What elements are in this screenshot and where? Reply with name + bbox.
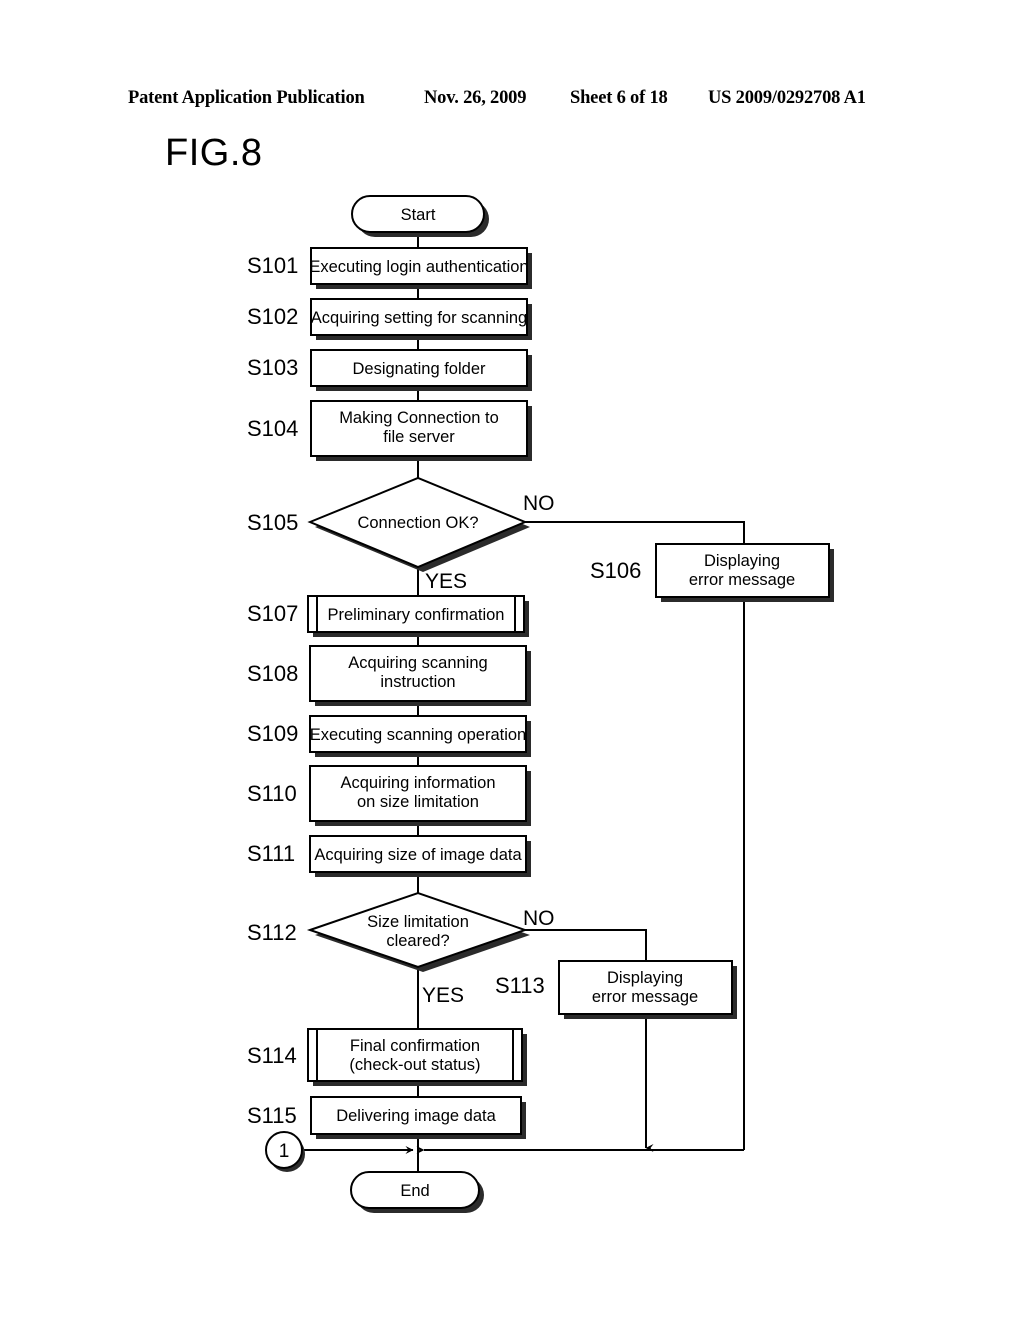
branch-label-s112-no: NO <box>523 907 555 930</box>
step-label-s102: S102 <box>247 304 298 329</box>
step-label-s112: S112 <box>247 920 297 945</box>
step-label-s110: S110 <box>247 781 297 806</box>
process-box-s110: Acquiring information on size limitation <box>309 765 531 826</box>
process-box-s109-text: Executing scanning operation <box>310 726 526 744</box>
process-box-s102: Acquiring setting for scanning <box>310 298 532 340</box>
branch-label-s112-yes: YES <box>422 984 464 1007</box>
process-box-s103-text: Designating folder <box>353 360 487 378</box>
predefined-process-box-s114-text-line1: Final confirmation <box>350 1037 480 1055</box>
predefined-process-box-s107: Preliminary confirmation <box>307 595 529 637</box>
step-label-s101: S101 <box>247 253 298 278</box>
process-box-s110-text-line2: on size limitation <box>357 793 479 811</box>
process-box-s113-text-line1: Displaying <box>607 969 683 987</box>
step-label-s111: S111 <box>247 841 295 866</box>
branch-label-s105-no: NO <box>523 492 555 515</box>
predefined-process-box-s114: Final confirmation (check-out status) <box>307 1028 527 1086</box>
process-box-s115-text: Delivering image data <box>336 1107 496 1125</box>
process-box-s108: Acquiring scanning instruction <box>309 645 531 706</box>
predefined-process-box-s107-text: Preliminary confirmation <box>328 606 505 624</box>
terminator-start: Start <box>351 195 489 237</box>
process-box-s101-text: Executing login authentication <box>309 258 528 276</box>
step-label-s107: S107 <box>247 601 298 626</box>
process-box-s104: Making Connection to file server <box>310 400 532 461</box>
predefined-process-box-s114-text-line2: (check-out status) <box>349 1056 480 1074</box>
link-s105-no-s106 <box>525 521 745 544</box>
step-label-s113: S113 <box>495 973 545 998</box>
branch-label-s105-yes: YES <box>425 570 467 593</box>
process-box-s113-text-line2: error message <box>592 988 698 1006</box>
process-box-s110-text-line1: Acquiring information <box>341 774 496 792</box>
process-box-s115: Delivering image data <box>310 1096 526 1139</box>
process-box-s104-text-line2: file server <box>383 428 455 446</box>
step-label-s114: S114 <box>247 1043 297 1068</box>
decision-diamond-s105-text: Connection OK? <box>357 514 478 532</box>
offpage-connector-1: 1 <box>265 1131 305 1172</box>
process-box-s106: Displaying error message <box>655 543 834 602</box>
step-label-s104: S104 <box>247 416 298 441</box>
process-box-s101: Executing login authentication <box>309 247 532 289</box>
process-box-s103: Designating folder <box>310 349 532 391</box>
decision-diamond-s112-text-line2: cleared? <box>386 932 449 950</box>
link-s112-no-s113 <box>525 929 647 961</box>
step-label-s105: S105 <box>247 510 298 535</box>
process-box-s104-text-line1: Making Connection to <box>339 409 499 427</box>
process-box-s111-text: Acquiring size of image data <box>314 846 522 864</box>
flowchart-diagram: S101 S102 S103 S104 S105 S106 S107 S108 … <box>247 195 834 1213</box>
step-label-s108: S108 <box>247 661 298 686</box>
decision-diamond-s105: Connection OK? <box>307 476 530 572</box>
step-label-s115: S115 <box>247 1103 297 1128</box>
offpage-connector-1-text: 1 <box>279 1141 290 1162</box>
process-box-s106-text-line2: error message <box>689 571 795 589</box>
decision-diamond-s112-text-line1: Size limitation <box>367 913 469 931</box>
process-box-s111: Acquiring size of image data <box>309 835 531 877</box>
process-box-s106-text-line1: Displaying <box>704 552 780 570</box>
terminator-end: End <box>350 1171 484 1213</box>
step-label-s103: S103 <box>247 355 298 380</box>
process-box-s108-text-line2: instruction <box>380 673 455 691</box>
step-label-s106: S106 <box>590 558 641 583</box>
terminator-end-text: End <box>400 1182 429 1200</box>
process-box-s109: Executing scanning operation <box>309 715 531 757</box>
process-box-s102-text: Acquiring setting for scanning <box>311 309 527 327</box>
patent-page: Patent Application Publication Nov. 26, … <box>0 0 1024 1320</box>
process-box-s113: Displaying error message <box>558 960 737 1019</box>
decision-diamond-s112: Size limitation cleared? <box>306 891 530 972</box>
terminator-start-text: Start <box>401 206 436 224</box>
process-box-s108-text-line1: Acquiring scanning <box>348 654 487 672</box>
step-label-s109: S109 <box>247 721 298 746</box>
